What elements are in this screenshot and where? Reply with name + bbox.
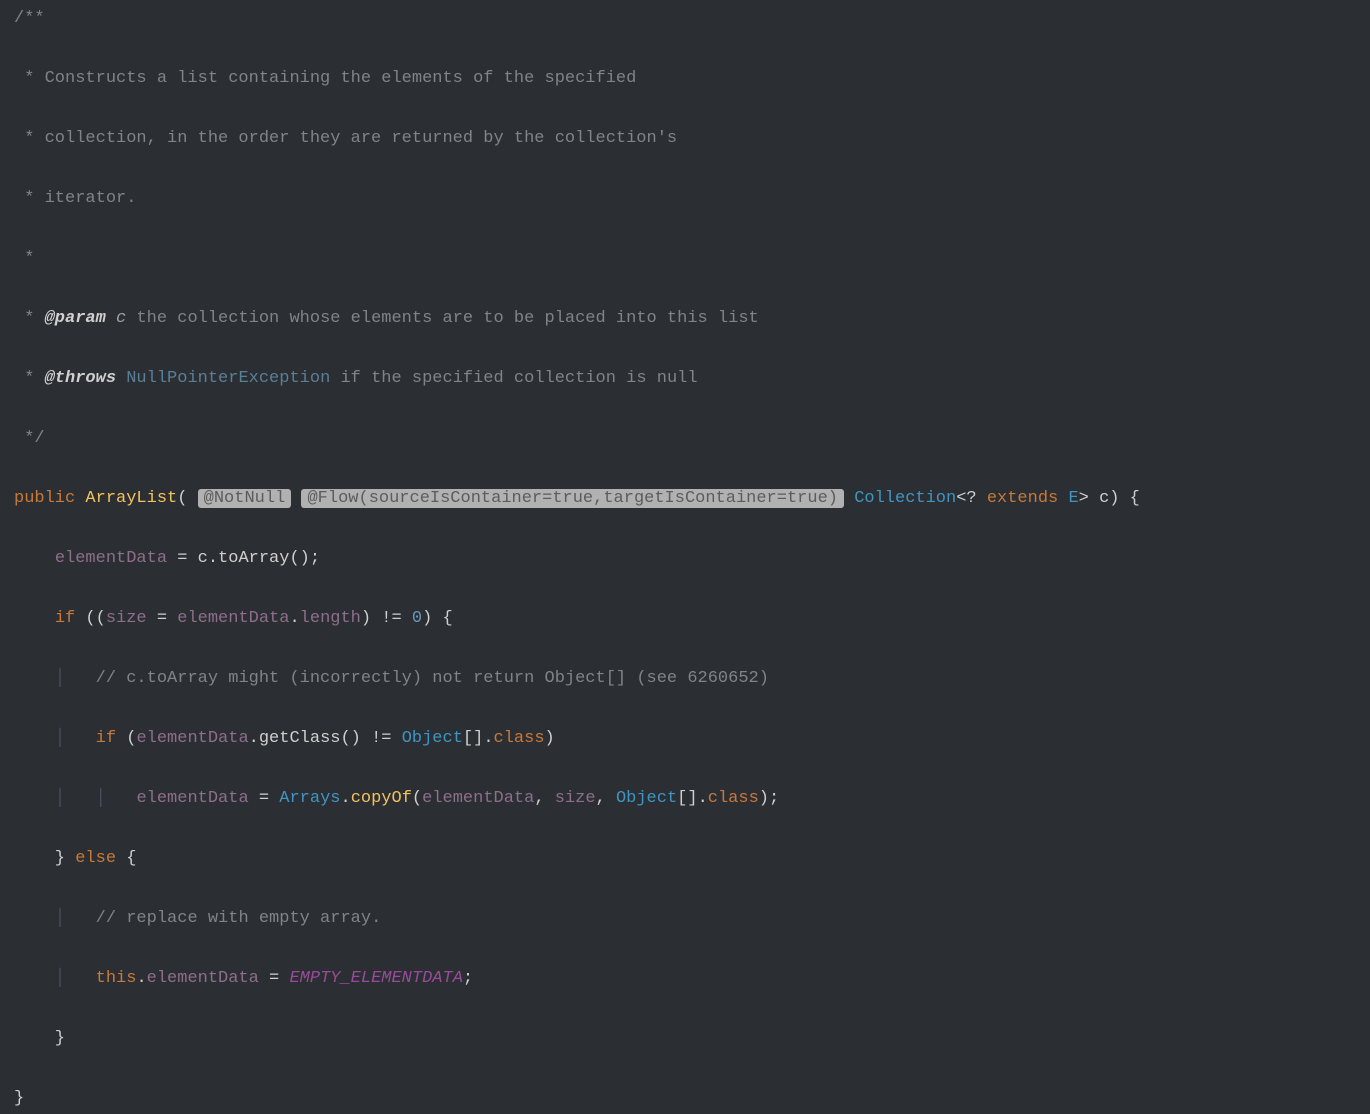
field-elementdata: elementData <box>136 789 248 808</box>
code-line: │ │ elementData = Arrays.copyOf(elementD… <box>14 784 1370 814</box>
generic-open: <? <box>956 489 976 508</box>
doc-line: * iterator. <box>14 184 1370 214</box>
doc-throws-type: NullPointerException <box>126 369 330 388</box>
keyword-if: if <box>55 609 75 628</box>
doc-text: * iterator. <box>14 189 136 208</box>
const-empty-elementdata: EMPTY_ELEMENTDATA <box>289 969 462 988</box>
code-editor[interactable]: /** * Constructs a list containing the e… <box>14 4 1370 1114</box>
field-size: size <box>106 609 147 628</box>
call-getclass: getClass <box>259 729 341 748</box>
doc-close: */ <box>14 429 45 448</box>
arg-size: size <box>555 789 596 808</box>
doc-throws-desc: if the specified collection is null <box>340 369 697 388</box>
doc-line: * Constructs a list containing the eleme… <box>14 64 1370 94</box>
doc-throws-tag: @throws <box>45 369 116 388</box>
code-line: if ((size = elementData.length) != 0) { <box>14 604 1370 634</box>
keyword-this: this <box>96 969 137 988</box>
var-c: c <box>198 549 208 568</box>
inline-comment: // replace with empty array. <box>96 909 382 928</box>
keyword-extends: extends <box>987 489 1058 508</box>
code-line: elementData = c.toArray(); <box>14 544 1370 574</box>
array-suffix: []. <box>677 789 708 808</box>
doc-line: * @throws NullPointerException if the sp… <box>14 364 1370 394</box>
param-c: c <box>1099 489 1109 508</box>
doc-line: * @param c the collection whose elements… <box>14 304 1370 334</box>
doc-param-name: c <box>116 309 126 328</box>
keyword-public: public <box>14 489 75 508</box>
doc-text: * collection, in the order they are retu… <box>14 129 677 148</box>
doc-param-tag: @param <box>45 309 106 328</box>
code-line: │ if (elementData.getClass() != Object[]… <box>14 724 1370 754</box>
keyword-class: class <box>494 729 545 748</box>
type-e: E <box>1068 489 1078 508</box>
arg-elementdata: elementData <box>422 789 534 808</box>
code-line: │ // c.toArray might (incorrectly) not r… <box>14 664 1370 694</box>
annotation-flow: @Flow(sourceIsContainer=true,targetIsCon… <box>301 489 844 508</box>
type-object: Object <box>616 789 677 808</box>
code-line: } else { <box>14 844 1370 874</box>
doc-star: * <box>14 309 45 328</box>
doc-line: /** <box>14 4 1370 34</box>
field-elementdata: elementData <box>136 729 248 748</box>
code-line: } <box>14 1024 1370 1054</box>
call-copyof: copyOf <box>351 789 412 808</box>
type-arrays: Arrays <box>279 789 340 808</box>
doc-star: * <box>14 369 45 388</box>
literal-zero: 0 <box>412 609 422 628</box>
doc-open: /** <box>14 9 45 28</box>
code-line: } <box>14 1084 1370 1114</box>
op-neq: != <box>381 609 401 628</box>
doc-line: * <box>14 244 1370 274</box>
doc-param-desc: the collection whose elements are to be … <box>136 309 758 328</box>
call-toarray: toArray <box>218 549 289 568</box>
keyword-if: if <box>96 729 116 748</box>
field-elementdata: elementData <box>147 969 259 988</box>
prop-length: length <box>300 609 361 628</box>
doc-line: * collection, in the order they are retu… <box>14 124 1370 154</box>
inline-comment: // c.toArray might (incorrectly) not ret… <box>96 669 769 688</box>
doc-blank: * <box>14 249 34 268</box>
type-collection: Collection <box>854 489 956 508</box>
ctor-name: ArrayList <box>85 489 177 508</box>
annotation-notnull: @NotNull <box>198 489 292 508</box>
type-object: Object <box>402 729 463 748</box>
keyword-class: class <box>708 789 759 808</box>
doc-line: */ <box>14 424 1370 454</box>
keyword-else: else <box>75 849 116 868</box>
array-suffix: []. <box>463 729 494 748</box>
field-elementdata: elementData <box>177 609 289 628</box>
code-line: public ArrayList( @NotNull @Flow(sourceI… <box>14 484 1370 514</box>
code-line: │ // replace with empty array. <box>14 904 1370 934</box>
code-line: │ this.elementData = EMPTY_ELEMENTDATA; <box>14 964 1370 994</box>
field-elementdata: elementData <box>55 549 167 568</box>
doc-text: * Constructs a list containing the eleme… <box>14 69 636 88</box>
